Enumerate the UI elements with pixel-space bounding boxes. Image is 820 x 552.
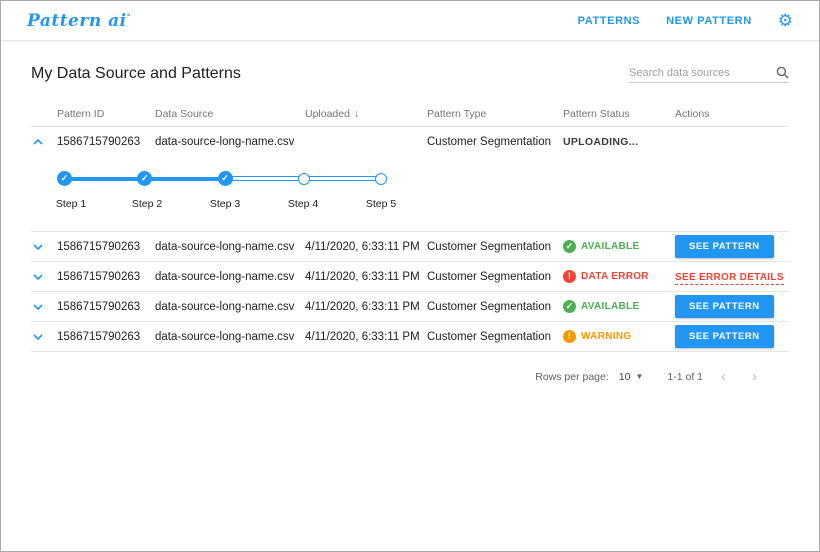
pattern-type-cell: Customer Segmentation bbox=[427, 241, 563, 253]
next-page-icon[interactable]: › bbox=[744, 368, 765, 385]
chevron-down-icon[interactable] bbox=[31, 244, 57, 250]
rows-per-page-select[interactable]: 10 ▼ bbox=[619, 371, 644, 383]
step-pending-icon bbox=[375, 173, 387, 185]
page-title: My Data Source and Patterns bbox=[31, 65, 241, 83]
pattern-type-cell: Customer Segmentation bbox=[427, 136, 563, 148]
status-badge: !DATA ERROR bbox=[563, 270, 675, 283]
stepper-connector-done bbox=[71, 177, 138, 181]
see-error-details-link[interactable]: SEE ERROR DETAILS bbox=[675, 272, 784, 285]
chevron-down-icon: ▼ bbox=[635, 372, 643, 381]
chevron-up-icon[interactable] bbox=[31, 139, 57, 145]
previous-page-icon[interactable]: ‹ bbox=[713, 368, 734, 385]
actions-cell: SEE PATTERN bbox=[675, 295, 789, 318]
data-source-cell: data-source-long-name.csv bbox=[155, 331, 305, 343]
stepper-connector-todo bbox=[232, 176, 299, 181]
step-label: Step 2 bbox=[132, 198, 162, 210]
pattern-type-cell: Customer Segmentation bbox=[427, 331, 563, 343]
status-badge: UPLOADING... bbox=[563, 136, 675, 148]
pattern-id-cell: 1586715790263 bbox=[57, 331, 155, 343]
main-content: My Data Source and Patterns Pattern ID D… bbox=[1, 65, 819, 385]
logo-mark: ° bbox=[127, 11, 132, 21]
status-badge: ✓AVAILABLE bbox=[563, 300, 675, 313]
brand-logo[interactable]: Pattern ai° bbox=[27, 11, 131, 31]
search-box bbox=[629, 66, 789, 83]
nav-new-pattern-link[interactable]: NEW PATTERN bbox=[666, 15, 752, 27]
status-badge: !WARNING bbox=[563, 330, 675, 343]
page-range-label: 1-1 of 1 bbox=[667, 371, 703, 383]
step-done-icon: ✓ bbox=[137, 171, 152, 186]
gear-icon[interactable]: ⚙ bbox=[778, 12, 793, 29]
data-source-cell: data-source-long-name.csv bbox=[155, 241, 305, 253]
app-window: Pattern ai° PATTERNS NEW PATTERN ⚙ My Da… bbox=[0, 0, 820, 552]
search-icon[interactable] bbox=[776, 66, 789, 79]
header-actions: Actions bbox=[675, 108, 789, 120]
chevron-down-icon[interactable] bbox=[31, 334, 57, 340]
data-source-cell: data-source-long-name.csv bbox=[155, 271, 305, 283]
upload-stepper: ✓ ✓ ✓ Step 1 Step 2 Step 3 Step 4 Step 5 bbox=[57, 171, 387, 221]
top-app-bar: Pattern ai° PATTERNS NEW PATTERN ⚙ bbox=[1, 1, 819, 41]
step-label: Step 1 bbox=[56, 198, 86, 210]
pattern-type-cell: Customer Segmentation bbox=[427, 271, 563, 283]
pattern-id-cell: 1586715790263 bbox=[57, 271, 155, 283]
header-pattern-id: Pattern ID bbox=[57, 108, 155, 120]
pagination-bar: Rows per page: 10 ▼ 1-1 of 1 ‹ › bbox=[31, 352, 789, 385]
top-nav: PATTERNS NEW PATTERN ⚙ bbox=[578, 12, 793, 29]
error-circle-icon: ! bbox=[563, 270, 576, 283]
stepper-track: ✓ ✓ ✓ bbox=[57, 171, 387, 186]
sort-desc-icon[interactable]: ↓ bbox=[354, 108, 359, 120]
uploaded-cell: 4/11/2020, 6:33:11 PM bbox=[305, 331, 427, 343]
rows-per-page-label: Rows per page: bbox=[535, 371, 609, 383]
header-pattern-type: Pattern Type bbox=[427, 108, 563, 120]
table-row: 1586715790263 data-source-long-name.csv … bbox=[31, 232, 789, 262]
see-pattern-button[interactable]: SEE PATTERN bbox=[675, 325, 774, 348]
page-header: My Data Source and Patterns bbox=[31, 65, 789, 83]
table-row: 1586715790263 data-source-long-name.csv … bbox=[31, 127, 789, 157]
check-circle-icon: ✓ bbox=[563, 240, 576, 253]
see-pattern-button[interactable]: SEE PATTERN bbox=[675, 235, 774, 258]
upload-progress-panel: ✓ ✓ ✓ Step 1 Step 2 Step 3 Step 4 Step 5 bbox=[31, 157, 789, 232]
see-pattern-button[interactable]: SEE PATTERN bbox=[675, 295, 774, 318]
step-label: Step 3 bbox=[210, 198, 240, 210]
table-row: 1586715790263 data-source-long-name.csv … bbox=[31, 322, 789, 352]
step-done-icon: ✓ bbox=[57, 171, 72, 186]
search-input[interactable] bbox=[629, 67, 776, 79]
nav-patterns-link[interactable]: PATTERNS bbox=[578, 15, 640, 27]
warning-circle-icon: ! bbox=[563, 330, 576, 343]
chevron-down-icon[interactable] bbox=[31, 304, 57, 310]
uploaded-cell: 4/11/2020, 6:33:11 PM bbox=[305, 301, 427, 313]
step-done-icon: ✓ bbox=[218, 171, 233, 186]
data-source-cell: data-source-long-name.csv bbox=[155, 136, 305, 148]
actions-cell: SEE PATTERN bbox=[675, 325, 789, 348]
stepper-labels: Step 1 Step 2 Step 3 Step 4 Step 5 bbox=[57, 198, 387, 220]
table-header-row: Pattern ID Data Source Uploaded↓ Pattern… bbox=[31, 101, 789, 127]
pattern-type-cell: Customer Segmentation bbox=[427, 301, 563, 313]
header-data-source: Data Source bbox=[155, 108, 305, 120]
pattern-id-cell: 1586715790263 bbox=[57, 301, 155, 313]
table-row: 1586715790263 data-source-long-name.csv … bbox=[31, 262, 789, 292]
step-pending-icon bbox=[298, 173, 310, 185]
step-label: Step 5 bbox=[366, 198, 396, 210]
uploaded-cell: 4/11/2020, 6:33:11 PM bbox=[305, 271, 427, 283]
step-label: Step 4 bbox=[288, 198, 318, 210]
table-row: 1586715790263 data-source-long-name.csv … bbox=[31, 292, 789, 322]
pattern-id-cell: 1586715790263 bbox=[57, 136, 155, 148]
chevron-down-icon[interactable] bbox=[31, 274, 57, 280]
pattern-id-cell: 1586715790263 bbox=[57, 241, 155, 253]
stepper-connector-done bbox=[151, 177, 218, 181]
header-pattern-status: Pattern Status bbox=[563, 108, 675, 120]
actions-cell: SEE PATTERN bbox=[675, 235, 789, 258]
check-circle-icon: ✓ bbox=[563, 300, 576, 313]
uploaded-cell: 4/11/2020, 6:33:11 PM bbox=[305, 241, 427, 253]
header-uploaded[interactable]: Uploaded↓ bbox=[305, 108, 427, 120]
data-source-cell: data-source-long-name.csv bbox=[155, 301, 305, 313]
stepper-connector-todo bbox=[309, 176, 376, 181]
actions-cell: SEE ERROR DETAILS bbox=[675, 271, 789, 283]
status-badge: ✓AVAILABLE bbox=[563, 240, 675, 253]
